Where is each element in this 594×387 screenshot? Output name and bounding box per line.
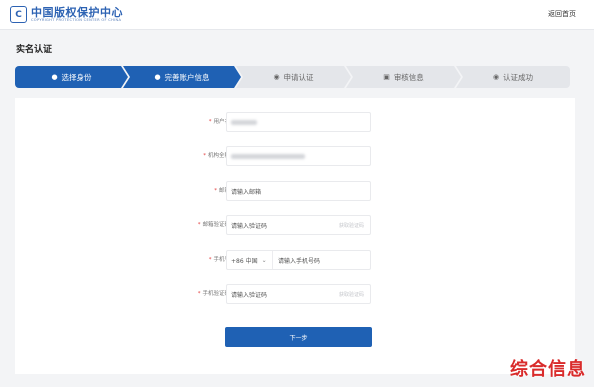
step-label: 选择身份 <box>61 72 92 82</box>
logo-subtitle: COPYRIGHT PROTECTION CENTER OF CHINA <box>31 17 122 22</box>
phone-row: * 手机号 +86 中国 ⌄ 请输入手机号码 <box>15 250 575 270</box>
get-email-code-button[interactable]: 获取验证码 <box>339 222 364 229</box>
logo-title: 中国版权保护中心 <box>31 5 123 19</box>
step-apply-certification: ◉ 申请认证 <box>236 66 351 88</box>
back-home-link[interactable]: 返回首页 <box>548 9 576 19</box>
step-label: 认证成功 <box>503 72 534 82</box>
phone-field[interactable]: +86 中国 ⌄ 请输入手机号码 <box>226 250 371 270</box>
logo-icon: C <box>10 6 27 23</box>
area-code-select[interactable]: +86 中国 ⌄ <box>231 251 273 269</box>
email-code-placeholder: 请输入验证码 <box>231 222 268 230</box>
chevron-down-icon: ⌄ <box>261 256 267 264</box>
username-row: * 用户名 <box>15 112 575 132</box>
step-label: 审核信息 <box>393 72 424 82</box>
org-name-row: * 机构全称 <box>15 146 575 166</box>
get-phone-code-button[interactable]: 获取验证码 <box>339 291 364 298</box>
phone-code-placeholder: 请输入验证码 <box>231 291 268 299</box>
email-field[interactable]: 请输入邮箱 <box>226 181 371 201</box>
username-field[interactable] <box>226 112 371 132</box>
step-certification-success: ◉ 认证成功 <box>456 66 570 88</box>
logo[interactable]: C 中国版权保护中心 COPYRIGHT PROTECTION CENTER O… <box>10 6 123 23</box>
step-complete-account-info: ● 完善账户信息 <box>123 66 241 88</box>
top-bar: C 中国版权保护中心 COPYRIGHT PROTECTION CENTER O… <box>0 0 594 30</box>
phone-placeholder: 请输入手机号码 <box>278 257 321 265</box>
user-icon: ● <box>51 73 58 81</box>
watermark: 综合信息 <box>510 359 586 380</box>
org-name-field[interactable] <box>226 146 371 166</box>
step-review-info: ▣ 审核信息 <box>346 66 461 88</box>
area-code-value: +86 中国 <box>231 257 258 265</box>
redacted-value <box>231 119 257 125</box>
apply-icon: ◉ <box>273 73 280 81</box>
email-row: * 邮箱 请输入邮箱 <box>15 181 575 201</box>
phone-code-field[interactable]: 请输入验证码 获取验证码 <box>226 284 371 304</box>
step-select-identity: ● 选择身份 <box>15 66 128 88</box>
document-icon: ▣ <box>383 73 390 81</box>
step-label: 完善账户信息 <box>164 72 210 82</box>
redacted-value <box>231 153 305 159</box>
page-title: 实名认证 <box>16 45 53 55</box>
success-icon: ◉ <box>492 73 500 81</box>
email-code-row: * 邮箱验证码 请输入验证码 获取验证码 <box>15 215 575 235</box>
step-label: 申请认证 <box>283 72 314 82</box>
next-step-button[interactable]: 下一步 <box>225 327 372 347</box>
phone-code-row: * 手机验证码 请输入验证码 获取验证码 <box>15 284 575 304</box>
user-edit-icon: ● <box>154 73 161 81</box>
email-placeholder: 请输入邮箱 <box>231 188 262 196</box>
email-code-field[interactable]: 请输入验证码 获取验证码 <box>226 215 371 235</box>
account-info-form: * 用户名 * 机构全称 * 邮箱 请输入邮箱 * 邮箱验证码 请输入验证码 获取验证码… <box>15 98 575 374</box>
step-progress: ● 选择身份 ● 完善账户信息 ◉ 申请认证 ▣ 审核信息 ◉ 认证成功 <box>15 66 575 88</box>
